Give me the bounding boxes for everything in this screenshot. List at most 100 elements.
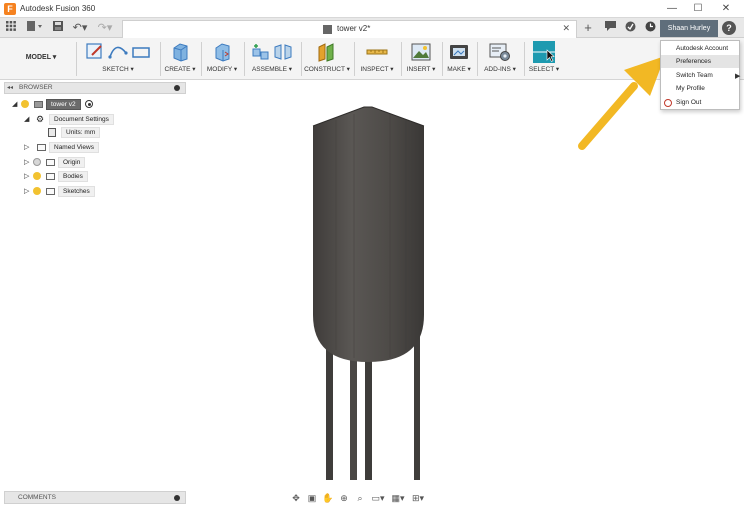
file-icon[interactable] bbox=[26, 21, 44, 35]
modify-menu[interactable]: MODIFY ▾ bbox=[203, 64, 241, 76]
expand-triangle-icon[interactable]: ◢ bbox=[24, 114, 31, 126]
visibility-bulb-icon[interactable] bbox=[33, 158, 41, 167]
tree-row-bodies[interactable]: ▷ Bodies bbox=[24, 171, 88, 183]
scripts-addins-icon[interactable] bbox=[489, 42, 511, 62]
tree-row-origin[interactable]: ▷ Origin bbox=[24, 157, 86, 169]
browser-pin-icon[interactable] bbox=[174, 85, 180, 91]
measure-icon[interactable] bbox=[366, 43, 388, 61]
component-icon bbox=[323, 25, 332, 34]
spline-icon[interactable] bbox=[108, 43, 128, 61]
menu-item-autodesk-account[interactable]: Autodesk Account bbox=[661, 42, 739, 55]
modify-group[interactable]: MODIFY ▾ bbox=[203, 40, 241, 78]
inspect-group[interactable]: INSPECT ▾ bbox=[356, 40, 398, 78]
look-at-icon[interactable]: ▣ bbox=[306, 492, 318, 504]
pan-icon[interactable]: ✋ bbox=[322, 492, 334, 504]
fit-icon[interactable]: ⌕ bbox=[354, 492, 366, 504]
create-menu[interactable]: CREATE ▾ bbox=[162, 64, 198, 76]
fusion-logo-icon: F bbox=[4, 3, 16, 15]
insert-menu[interactable]: INSERT ▾ bbox=[403, 64, 439, 76]
select-menu[interactable]: SELECT ▾ bbox=[526, 64, 562, 76]
save-icon[interactable] bbox=[52, 21, 64, 35]
assemble-group[interactable]: ASSEMBLE ▾ bbox=[246, 40, 298, 78]
rectangle-icon[interactable] bbox=[132, 43, 150, 61]
sketch-menu[interactable]: SKETCH ▾ bbox=[80, 64, 156, 76]
visibility-bulb-icon[interactable] bbox=[33, 187, 41, 196]
visibility-bulb-icon[interactable] bbox=[33, 172, 41, 181]
press-pull-icon[interactable] bbox=[213, 42, 231, 62]
collapse-browser-icon[interactable]: ◂◂ bbox=[7, 84, 13, 91]
menu-item-preferences[interactable]: Preferences bbox=[661, 55, 739, 68]
document-tab-close-button[interactable]: ✕ bbox=[562, 23, 570, 34]
maximize-button[interactable]: ☐ bbox=[688, 2, 708, 16]
offset-plane-icon[interactable] bbox=[317, 42, 337, 62]
visibility-bulb-icon[interactable] bbox=[21, 100, 29, 109]
tree-row-document-settings[interactable]: ◢ ⚙ Document Settings bbox=[24, 113, 114, 125]
tree-label-origin[interactable]: Origin bbox=[58, 157, 86, 168]
comments-pin-icon[interactable] bbox=[174, 495, 180, 501]
inspect-menu[interactable]: INSPECT ▾ bbox=[356, 64, 398, 76]
tree-label-bodies[interactable]: Bodies bbox=[58, 171, 88, 182]
extrude-icon[interactable] bbox=[171, 42, 189, 62]
sketch-group[interactable]: SKETCH ▾ bbox=[80, 40, 156, 78]
insert-group[interactable]: INSERT ▾ bbox=[403, 40, 439, 78]
3d-print-icon[interactable] bbox=[449, 43, 469, 61]
make-menu[interactable]: MAKE ▾ bbox=[444, 64, 474, 76]
construct-group[interactable]: CONSTRUCT ▾ bbox=[303, 40, 351, 78]
grid-icon[interactable] bbox=[5, 21, 17, 35]
select-icon[interactable] bbox=[533, 41, 555, 63]
water-tower-model[interactable] bbox=[300, 100, 440, 480]
close-button[interactable]: ✕ bbox=[716, 2, 736, 16]
zoom-icon[interactable]: ⊕ bbox=[338, 492, 350, 504]
create-group[interactable]: CREATE ▾ bbox=[162, 40, 198, 78]
new-component-icon[interactable] bbox=[252, 43, 270, 61]
notification-icon[interactable] bbox=[603, 21, 617, 35]
document-tab[interactable]: tower v2* ✕ bbox=[122, 20, 577, 38]
navigation-bar: ✥ ▣ ✋ ⊕ ⌕ ▭▾ ▦▾ ⊞▾ bbox=[290, 491, 442, 505]
redo-icon[interactable]: ↷▾ bbox=[95, 21, 115, 35]
assemble-menu[interactable]: ASSEMBLE ▾ bbox=[246, 64, 298, 76]
user-account-button[interactable]: Shaan Hurley bbox=[660, 20, 718, 37]
tree-row-units[interactable]: Units: mm bbox=[48, 127, 101, 139]
expand-triangle-icon[interactable]: ▷ bbox=[24, 186, 31, 198]
tree-label-document-settings[interactable]: Document Settings bbox=[49, 113, 114, 125]
add-tab-icon[interactable]: + bbox=[581, 21, 595, 35]
addins-menu[interactable]: ADD-INS ▾ bbox=[479, 64, 521, 76]
workspace-switcher[interactable]: MODEL ▾ bbox=[10, 50, 72, 66]
menu-item-my-profile[interactable]: My Profile bbox=[661, 82, 739, 95]
expand-triangle-icon[interactable]: ▷ bbox=[24, 157, 31, 169]
expand-triangle-icon[interactable]: ▷ bbox=[24, 171, 31, 183]
addins-group[interactable]: ADD-INS ▾ bbox=[479, 40, 521, 78]
tree-row-named-views[interactable]: ▷ Named Views bbox=[24, 142, 99, 154]
tree-label-units[interactable]: Units: mm bbox=[61, 127, 101, 138]
comments-panel-header[interactable]: COMMENTS bbox=[4, 491, 186, 504]
tree-label-named-views[interactable]: Named Views bbox=[49, 142, 99, 153]
expand-triangle-icon[interactable]: ◢ bbox=[12, 99, 19, 111]
construct-menu[interactable]: CONSTRUCT ▾ bbox=[303, 64, 351, 76]
tree-root-label[interactable]: tower v2 bbox=[46, 99, 81, 110]
orbit-icon[interactable]: ✥ bbox=[290, 492, 302, 504]
create-sketch-icon[interactable] bbox=[86, 43, 104, 61]
title-bar: F Autodesk Fusion 360 — ☐ ✕ bbox=[0, 0, 744, 18]
tree-label-sketches[interactable]: Sketches bbox=[58, 186, 95, 197]
menu-item-switch-team[interactable]: Switch Team bbox=[661, 69, 739, 82]
expand-triangle-icon[interactable]: ▷ bbox=[24, 142, 31, 154]
grid-settings-icon[interactable]: ▦▾ bbox=[390, 492, 406, 504]
clock-icon[interactable] bbox=[643, 21, 657, 35]
help-icon[interactable]: ? bbox=[722, 21, 736, 35]
menu-item-sign-out[interactable]: Sign Out bbox=[661, 96, 739, 109]
select-group[interactable]: SELECT ▾ bbox=[526, 40, 562, 78]
job-status-icon[interactable] bbox=[623, 21, 637, 35]
undo-icon[interactable]: ↶▾ bbox=[70, 21, 90, 35]
display-settings-icon[interactable]: ▭▾ bbox=[370, 492, 386, 504]
minimize-button[interactable]: — bbox=[662, 2, 682, 16]
joint-icon[interactable] bbox=[274, 43, 292, 61]
make-group[interactable]: MAKE ▾ bbox=[444, 40, 474, 78]
browser-panel-header[interactable]: ◂◂ BROWSER bbox=[4, 82, 186, 94]
comments-title: COMMENTS bbox=[18, 494, 56, 501]
tower-leg bbox=[365, 360, 372, 480]
activate-radio-icon[interactable] bbox=[85, 100, 94, 109]
tree-row-sketches[interactable]: ▷ Sketches bbox=[24, 186, 95, 198]
viewports-icon[interactable]: ⊞▾ bbox=[410, 492, 426, 504]
insert-image-icon[interactable] bbox=[411, 43, 431, 61]
tree-root-row[interactable]: ◢ tower v2 bbox=[12, 99, 94, 111]
